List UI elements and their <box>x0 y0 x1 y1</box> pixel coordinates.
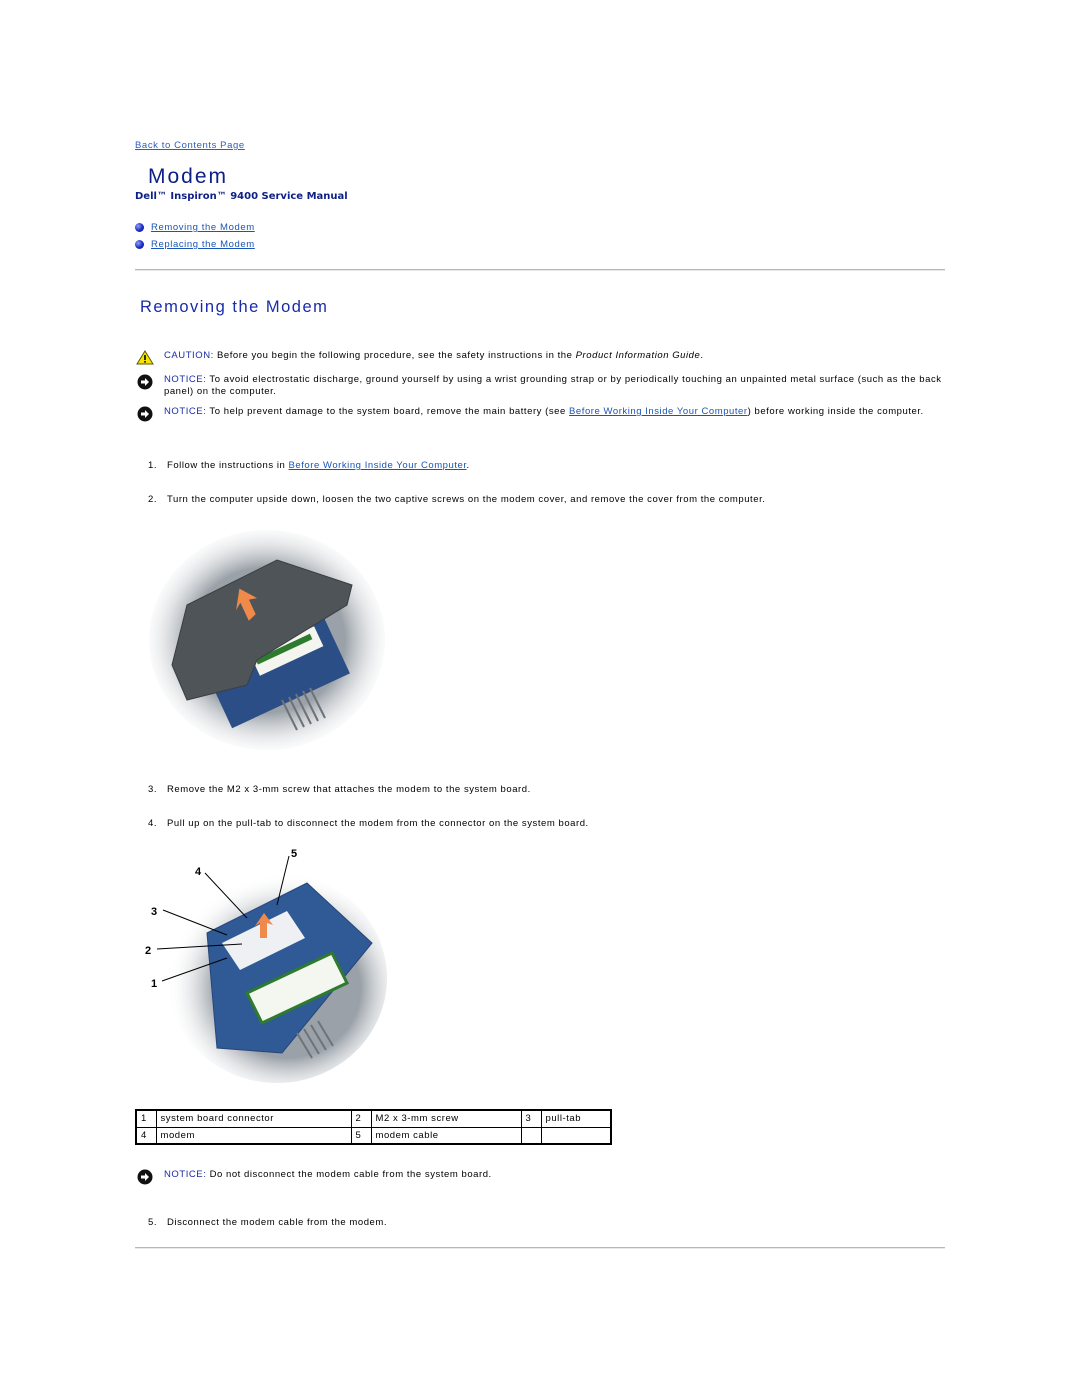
notice-arrow-icon <box>135 374 155 397</box>
legend-number: 1 <box>135 1109 157 1128</box>
step-4: 4. Pull up on the pull-tab to disconnect… <box>148 818 589 829</box>
step-number: 4. <box>148 818 158 829</box>
caution-guide-ref: Product Information Guide <box>575 350 701 361</box>
table-row: 1 system board connector 2 M2 x 3-mm scr… <box>135 1109 612 1128</box>
callout-2: 2 <box>145 945 151 957</box>
step-text: Turn the computer upside down, loosen th… <box>167 494 766 505</box>
bullet-icon <box>135 223 144 232</box>
notice-note: NOTICE: Do not disconnect the modem cabl… <box>135 1169 945 1185</box>
step-2: 2. Turn the computer upside down, loosen… <box>148 494 765 505</box>
step-number: 1. <box>148 460 158 471</box>
table-of-contents: Removing the Modem Replacing the Modem <box>135 219 255 253</box>
notice-text: Do not disconnect the modem cable from t… <box>206 1169 492 1180</box>
toc-link-removing[interactable]: Removing the Modem <box>151 222 255 233</box>
notice-text: To help prevent damage to the system boa… <box>206 406 570 417</box>
notice-arrow-icon <box>135 1169 155 1185</box>
caution-note: CAUTION: Before you begin the following … <box>135 350 945 365</box>
caution-label: CAUTION: <box>164 350 214 361</box>
modem-cover-illustration <box>147 525 387 760</box>
toc-item: Removing the Modem <box>135 219 255 236</box>
legend-label: M2 x 3-mm screw <box>370 1109 522 1128</box>
toc-item: Replacing the Modem <box>135 236 255 253</box>
step-text: Pull up on the pull-tab to disconnect th… <box>167 818 589 829</box>
step-number: 5. <box>148 1217 158 1228</box>
warning-icon <box>135 350 155 365</box>
legend-number: 2 <box>350 1109 372 1128</box>
legend-label: modem cable <box>370 1126 522 1145</box>
manual-subtitle: Dell™ Inspiron™ 9400 Service Manual <box>135 191 348 202</box>
step-text: Follow the instructions in <box>167 460 289 471</box>
legend-label: modem <box>155 1126 352 1145</box>
table-row: 4 modem 5 modem cable <box>135 1126 612 1145</box>
caution-text-end: . <box>700 350 704 361</box>
section-title: Removing the Modem <box>140 298 329 316</box>
notice-label: NOTICE: <box>164 1169 207 1180</box>
step-3: 3. Remove the M2 x 3-mm screw that attac… <box>148 784 531 795</box>
back-to-contents-link[interactable]: Back to Contents Page <box>135 140 245 151</box>
step-5: 5. Disconnect the modem cable from the m… <box>148 1217 387 1228</box>
legend-label: system board connector <box>155 1109 352 1128</box>
callout-1: 1 <box>151 978 157 990</box>
modem-removal-illustration: 1 2 3 4 5 <box>137 843 387 1088</box>
step-text-end: . <box>466 460 470 471</box>
callout-4: 4 <box>195 866 202 878</box>
divider <box>135 1247 945 1249</box>
step-number: 2. <box>148 494 158 505</box>
legend-label <box>540 1126 612 1145</box>
callout-legend-table: 1 system board connector 2 M2 x 3-mm scr… <box>135 1109 612 1145</box>
legend-number: 3 <box>520 1109 542 1128</box>
legend-label: pull-tab <box>540 1109 612 1128</box>
step-text: Disconnect the modem cable from the mode… <box>167 1217 388 1228</box>
caution-text: Before you begin the following procedure… <box>213 350 576 361</box>
notice-text-end: ) before working inside the computer. <box>747 406 924 417</box>
notice-text: To avoid electrostatic discharge, ground… <box>164 374 942 397</box>
notice-label: NOTICE: <box>164 374 207 385</box>
before-working-link[interactable]: Before Working Inside Your Computer <box>569 406 748 417</box>
step-text: Remove the M2 x 3-mm screw that attaches… <box>167 784 531 795</box>
legend-number <box>520 1126 542 1145</box>
legend-number: 5 <box>350 1126 372 1145</box>
before-working-link[interactable]: Before Working Inside Your Computer <box>289 460 467 471</box>
notice-label: NOTICE: <box>164 406 207 417</box>
step-number: 3. <box>148 784 158 795</box>
notice-note: NOTICE: To help prevent damage to the sy… <box>135 406 945 422</box>
callout-5: 5 <box>291 848 297 860</box>
notice-note: NOTICE: To avoid electrostatic discharge… <box>135 374 945 397</box>
notice-arrow-icon <box>135 406 155 422</box>
legend-number: 4 <box>135 1126 157 1145</box>
page-title: Modem <box>148 165 229 188</box>
callout-3: 3 <box>151 906 157 918</box>
step-1: 1. Follow the instructions in Before Wor… <box>148 460 470 471</box>
bullet-icon <box>135 240 144 249</box>
divider <box>135 269 945 271</box>
toc-link-replacing[interactable]: Replacing the Modem <box>151 239 255 250</box>
